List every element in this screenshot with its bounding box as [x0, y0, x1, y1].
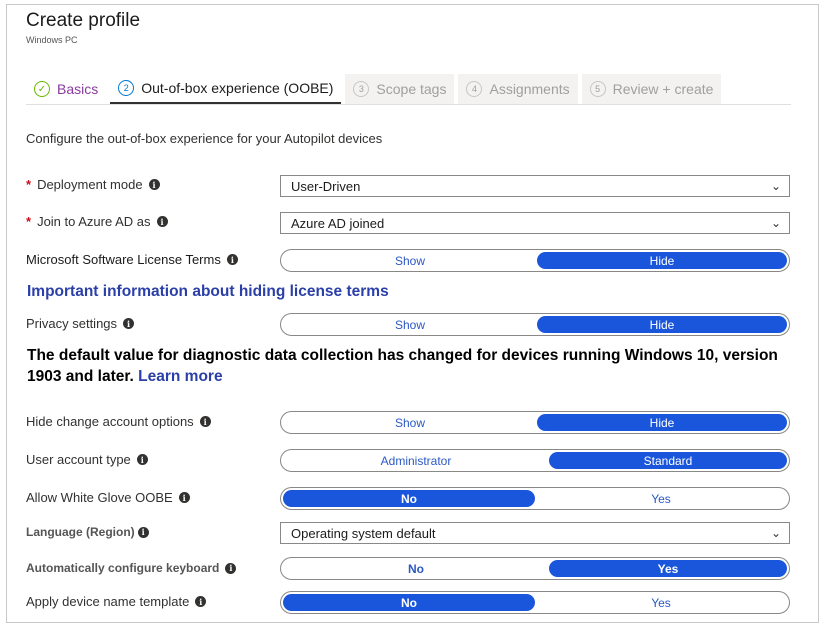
- select-value: User-Driven: [291, 178, 361, 194]
- wizard-tabs: ✓ Basics 2 Out-of-box experience (OOBE) …: [26, 74, 725, 104]
- field-label: Apply device name template: [26, 594, 190, 609]
- device-name-template-toggle[interactable]: No Yes: [280, 591, 790, 614]
- toggle-option-yes[interactable]: Yes: [549, 560, 787, 577]
- chevron-down-icon: ⌄: [770, 216, 781, 230]
- tab-label: Basics: [57, 81, 99, 97]
- join-azure-select[interactable]: Azure AD joined ⌄: [280, 212, 790, 234]
- page-subtitle: Windows PC: [26, 35, 78, 45]
- info-icon[interactable]: i: [148, 179, 160, 190]
- field-label: Privacy settings: [26, 316, 118, 331]
- info-icon[interactable]: i: [123, 318, 135, 329]
- white-glove-toggle[interactable]: No Yes: [280, 487, 790, 510]
- info-icon[interactable]: i: [195, 596, 207, 607]
- field-label: Join to Azure AD as: [37, 214, 151, 229]
- tab-label: Out-of-box experience (OOBE): [141, 80, 334, 96]
- page-title: Create profile: [26, 10, 141, 31]
- diagnostic-notice: The default value for diagnostic data co…: [27, 345, 787, 387]
- deployment-mode-label: * Deployment mode i: [26, 177, 160, 192]
- tab-basics[interactable]: ✓ Basics: [26, 74, 106, 104]
- device-name-template-label: Apply device name template i: [26, 594, 207, 609]
- toggle-option-show[interactable]: Show: [283, 252, 537, 269]
- tab-divider: [26, 104, 791, 105]
- toggle-option-standard[interactable]: Standard: [549, 452, 787, 469]
- info-icon[interactable]: i: [156, 216, 168, 227]
- chevron-down-icon: ⌄: [770, 526, 781, 540]
- info-icon[interactable]: i: [137, 526, 149, 538]
- tab-label: Assignments: [489, 81, 570, 97]
- step-number-icon: 4: [466, 81, 483, 97]
- white-glove-label: Allow White Glove OOBE i: [26, 490, 190, 505]
- intro-text: Configure the out-of-box experience for …: [26, 131, 383, 146]
- step-number-icon: 2: [118, 80, 135, 96]
- toggle-option-no[interactable]: No: [283, 490, 535, 507]
- language-select[interactable]: Operating system default ⌄: [280, 522, 790, 544]
- info-icon[interactable]: i: [136, 454, 148, 465]
- tab-label: Review + create: [612, 81, 714, 97]
- user-account-type-label: User account type i: [26, 452, 148, 467]
- toggle-option-yes[interactable]: Yes: [535, 490, 787, 507]
- deployment-mode-select[interactable]: User-Driven ⌄: [280, 175, 790, 197]
- toggle-option-show[interactable]: Show: [283, 414, 537, 431]
- field-label: Deployment mode: [37, 177, 143, 192]
- info-icon[interactable]: i: [226, 254, 238, 265]
- tab-label: Scope tags: [376, 81, 447, 97]
- toggle-option-yes[interactable]: Yes: [535, 594, 787, 611]
- learn-more-link[interactable]: Learn more: [138, 368, 222, 385]
- tab-oobe[interactable]: 2 Out-of-box experience (OOBE): [110, 74, 342, 104]
- field-label: Microsoft Software License Terms: [26, 252, 221, 267]
- info-icon[interactable]: i: [199, 416, 211, 427]
- license-info-link[interactable]: Important information about hiding licen…: [27, 283, 389, 301]
- privacy-settings-label: Privacy settings i: [26, 316, 135, 331]
- select-value: Operating system default: [291, 525, 436, 541]
- toggle-option-no[interactable]: No: [283, 594, 535, 611]
- field-label: User account type: [26, 452, 131, 467]
- info-icon[interactable]: i: [178, 492, 190, 503]
- page-header: Create profile Windows PC: [26, 10, 140, 45]
- toggle-option-administrator[interactable]: Administrator: [283, 452, 549, 469]
- chevron-down-icon: ⌄: [770, 179, 781, 193]
- required-asterisk: *: [26, 214, 32, 229]
- field-label: Automatically configure keyboard: [26, 561, 220, 575]
- toggle-option-no[interactable]: No: [283, 560, 549, 577]
- check-icon: ✓: [34, 81, 50, 97]
- auto-keyboard-label: Automatically configure keyboard i: [26, 561, 237, 575]
- license-terms-label: Microsoft Software License Terms i: [26, 252, 238, 267]
- toggle-option-show[interactable]: Show: [283, 316, 537, 333]
- hide-change-account-label: Hide change account options i: [26, 414, 211, 429]
- auto-keyboard-toggle[interactable]: No Yes: [280, 557, 790, 580]
- info-icon[interactable]: i: [225, 562, 237, 574]
- tab-assignments[interactable]: 4 Assignments: [458, 74, 578, 104]
- toggle-option-hide[interactable]: Hide: [537, 414, 787, 431]
- toggle-option-hide[interactable]: Hide: [537, 252, 787, 269]
- license-terms-toggle[interactable]: Show Hide: [280, 249, 790, 272]
- select-value: Azure AD joined: [291, 215, 385, 231]
- tab-review-create[interactable]: 5 Review + create: [581, 74, 722, 104]
- field-label: Hide change account options: [26, 414, 194, 429]
- field-label: Allow White Glove OOBE: [26, 490, 173, 505]
- toggle-option-hide[interactable]: Hide: [537, 316, 787, 333]
- tab-scope-tags[interactable]: 3 Scope tags: [345, 74, 455, 104]
- privacy-settings-toggle[interactable]: Show Hide: [280, 313, 790, 336]
- user-account-type-toggle[interactable]: Administrator Standard: [280, 449, 790, 472]
- language-label: Language (Region) i: [26, 525, 149, 539]
- step-number-icon: 3: [353, 81, 370, 97]
- join-azure-label: * Join to Azure AD as i: [26, 214, 168, 229]
- field-label: Language (Region): [26, 525, 135, 539]
- required-asterisk: *: [26, 177, 32, 192]
- hide-change-account-toggle[interactable]: Show Hide: [280, 411, 790, 434]
- step-number-icon: 5: [589, 81, 606, 97]
